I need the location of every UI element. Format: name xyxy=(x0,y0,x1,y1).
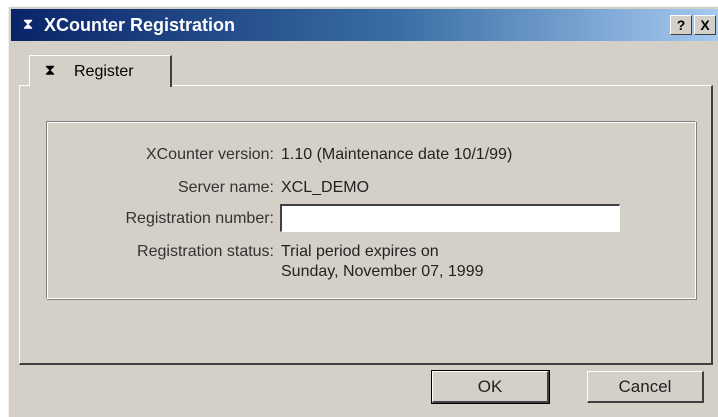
registration-number-input[interactable] xyxy=(280,204,620,232)
cancel-button[interactable]: Cancel xyxy=(587,371,704,403)
tab-register-label: Register xyxy=(74,63,134,80)
server-name-label: Server name: xyxy=(177,179,274,196)
registration-number-label: Registration number: xyxy=(125,210,274,227)
registration-status-label: Registration status: xyxy=(137,243,274,260)
server-name-value: XCL_DEMO xyxy=(281,179,370,196)
version-label: XCounter version: xyxy=(145,146,274,163)
close-button[interactable]: X xyxy=(694,15,716,35)
hourglass-icon: ⧗ xyxy=(22,16,34,33)
tab-register[interactable]: ⧗ Register xyxy=(29,55,172,87)
help-button[interactable]: ? xyxy=(670,15,692,35)
registration-status-line2: Sunday, November 07, 1999 xyxy=(281,263,484,280)
registration-dialog: ⧗ XCounter Registration ? X ⧗ Register X… xyxy=(8,6,718,417)
version-value: 1.10 (Maintenance date 10/1/99) xyxy=(281,146,513,163)
registration-status-line1: Trial period expires on xyxy=(281,243,439,260)
window-title: XCounter Registration xyxy=(44,15,236,35)
title-bar[interactable]: ⧗ XCounter Registration ? X xyxy=(11,9,718,41)
hourglass-icon: ⧗ xyxy=(44,62,56,79)
ok-button[interactable]: OK xyxy=(431,370,550,404)
